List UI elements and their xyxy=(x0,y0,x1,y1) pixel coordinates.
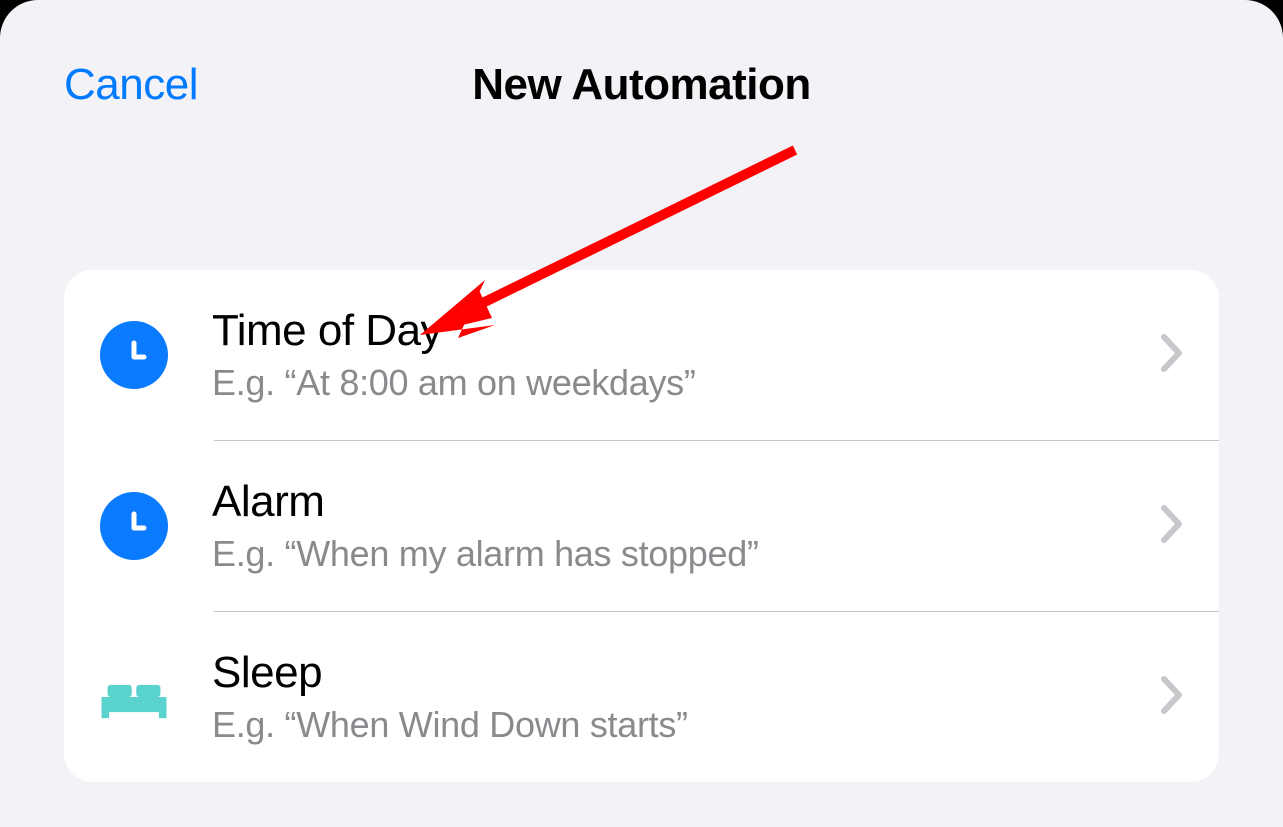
page-title: New Automation xyxy=(472,60,810,110)
navigation-bar: Cancel New Automation xyxy=(0,0,1283,130)
trigger-list: Time of Day E.g. “At 8:00 am on weekdays… xyxy=(64,270,1219,782)
row-text: Alarm E.g. “When my alarm has stopped” xyxy=(212,477,1141,575)
chevron-right-icon xyxy=(1161,505,1183,548)
row-subtitle: E.g. “When my alarm has stopped” xyxy=(212,533,1141,575)
cancel-button[interactable]: Cancel xyxy=(64,60,198,110)
row-subtitle: E.g. “At 8:00 am on weekdays” xyxy=(212,362,1141,404)
chevron-right-icon xyxy=(1161,334,1183,377)
row-title: Sleep xyxy=(212,648,1141,698)
row-text: Time of Day E.g. “At 8:00 am on weekdays… xyxy=(212,306,1141,404)
row-text: Sleep E.g. “When Wind Down starts” xyxy=(212,648,1141,746)
row-title: Time of Day xyxy=(212,306,1141,356)
clock-icon xyxy=(100,321,168,389)
trigger-row-alarm[interactable]: Alarm E.g. “When my alarm has stopped” xyxy=(64,441,1219,611)
chevron-right-icon xyxy=(1161,676,1183,719)
row-subtitle: E.g. “When Wind Down starts” xyxy=(212,704,1141,746)
modal-sheet: Cancel New Automation Time of Day E.g. “… xyxy=(0,0,1283,827)
bed-icon xyxy=(100,663,168,731)
trigger-row-sleep[interactable]: Sleep E.g. “When Wind Down starts” xyxy=(64,612,1219,782)
trigger-row-time-of-day[interactable]: Time of Day E.g. “At 8:00 am on weekdays… xyxy=(64,270,1219,440)
row-title: Alarm xyxy=(212,477,1141,527)
clock-icon xyxy=(100,492,168,560)
